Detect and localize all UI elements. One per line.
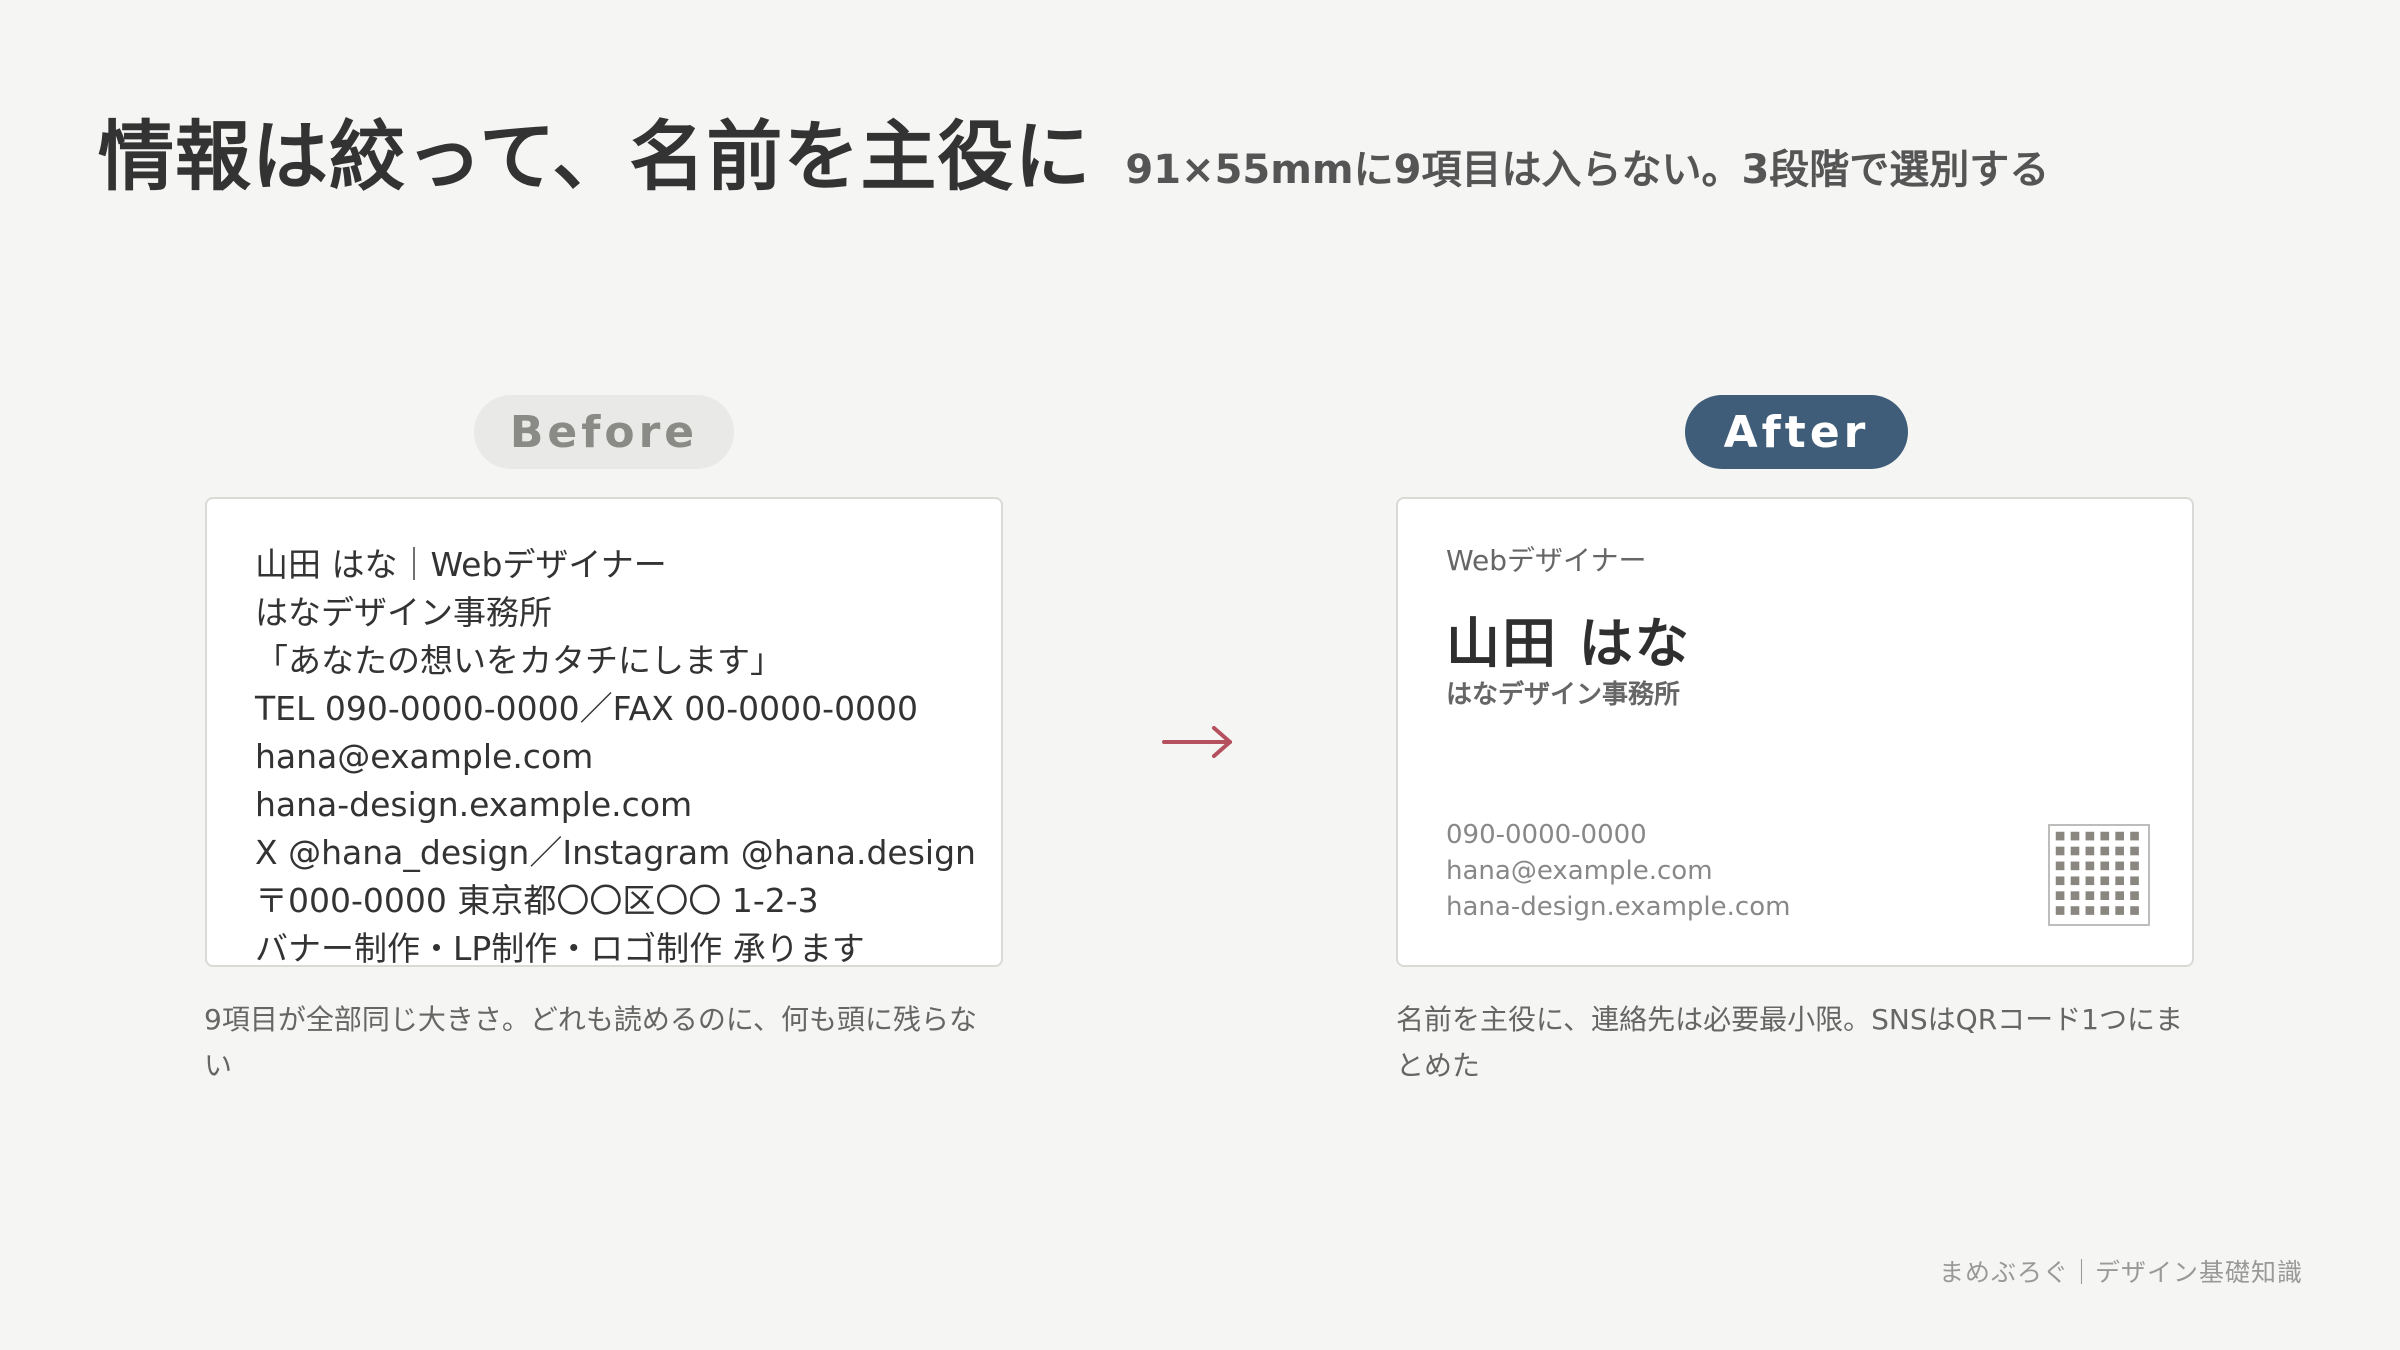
qr-dot (2130, 891, 2139, 900)
page-title: 情報は絞って、名前を主役に (98, 112, 1092, 201)
qr-dot (2100, 906, 2110, 915)
qr-dot (2115, 861, 2124, 871)
footer-credit: まめぶろぐ｜デザイン基礎知識 (1938, 1258, 2303, 1287)
qr-dot (2115, 891, 2124, 900)
after-business-card: Webデザイナー 山田 はな はなデザイン事務所 090-0000-0000 h… (1396, 497, 2194, 967)
header: 情報は絞って、名前を主役に 91×55mmに9項目は入らない。3段階で選別する (98, 95, 2049, 205)
qr-dot (2115, 906, 2124, 915)
qr-dot (2130, 846, 2139, 856)
qr-dot (2070, 891, 2080, 900)
before-badge: Before (474, 395, 734, 469)
qr-dot (2130, 906, 2139, 915)
qr-dot (2070, 876, 2080, 886)
right-arrow-icon (1162, 726, 1232, 758)
qr-dot (2130, 861, 2139, 871)
qr-dot (2085, 846, 2095, 856)
qr-dot (2100, 876, 2110, 886)
qr-dot (2085, 876, 2095, 886)
before-line-email: hana@example.com (255, 737, 594, 776)
qr-dot (2085, 891, 2095, 900)
before-line-name: 山田 はな｜Webデザイナー (255, 545, 667, 584)
before-business-card: 山田 はな｜Webデザイナー はなデザイン事務所 「あなたの想いをカタチにします… (205, 497, 1003, 967)
qr-dot (2130, 831, 2139, 841)
before-line-sns: X @hana_design／Instagram @hana.design (255, 833, 976, 872)
after-badge: After (1685, 395, 1908, 469)
before-line-catchphrase: 「あなたの想いをカタチにします」 (255, 641, 783, 680)
qr-dot (2115, 846, 2124, 856)
qr-dot (2055, 831, 2065, 841)
qr-dot (2055, 891, 2065, 900)
before-line-services: バナー制作・LP制作・ロゴ制作 承ります (255, 929, 865, 967)
qr-code-icon (2048, 824, 2150, 926)
before-card-lines: 山田 はな｜Webデザイナー はなデザイン事務所 「あなたの想いをカタチにします… (255, 541, 976, 967)
qr-dot (2130, 876, 2139, 886)
after-caption: 名前を主役に、連絡先は必要最小限。SNSはQRコード1つにまとめた (1396, 1003, 2183, 1082)
before-line-office: はなデザイン事務所 (255, 593, 552, 632)
qr-dot (2100, 846, 2110, 856)
qr-dot (2115, 831, 2124, 841)
qr-dot (2085, 906, 2095, 915)
qr-dot (2055, 861, 2065, 871)
qr-dot (2070, 846, 2080, 856)
after-office: はなデザイン事務所 (1446, 680, 1681, 710)
qr-dot (2070, 906, 2080, 915)
after-name: 山田 はな (1446, 612, 1691, 675)
before-line-tel-fax: TEL 090-0000-0000／FAX 00-0000-0000 (255, 689, 919, 728)
qr-dot (2115, 876, 2124, 886)
before-line-address: 〒000-0000 東京都〇〇区〇〇 1-2-3 (255, 881, 819, 920)
qr-dot (2055, 906, 2065, 915)
before-caption: 9項目が全部同じ大きさ。どれも読めるのに、何も頭に残らない (204, 1003, 977, 1082)
page-subtitle: 91×55mmに9項目は入らない。3段階で選別する (1125, 147, 2050, 193)
qr-dot (2100, 891, 2110, 900)
qr-dot (2085, 831, 2095, 841)
qr-dot (2070, 831, 2080, 841)
qr-dot (2055, 876, 2065, 886)
after-contact-phone: 090-0000-0000 (1446, 820, 1647, 850)
after-contact-website: hana-design.example.com (1446, 892, 1791, 922)
qr-dot (2070, 861, 2080, 871)
after-role: Webデザイナー (1446, 544, 1647, 577)
qr-dot (2055, 846, 2065, 856)
after-contacts: 090-0000-0000 hana@example.com hana-desi… (1446, 817, 1790, 925)
after-contact-email: hana@example.com (1446, 856, 1713, 886)
qr-dot (2100, 831, 2110, 841)
before-line-website: hana-design.example.com (255, 785, 693, 824)
qr-dot (2100, 861, 2110, 871)
qr-dot (2085, 861, 2095, 871)
